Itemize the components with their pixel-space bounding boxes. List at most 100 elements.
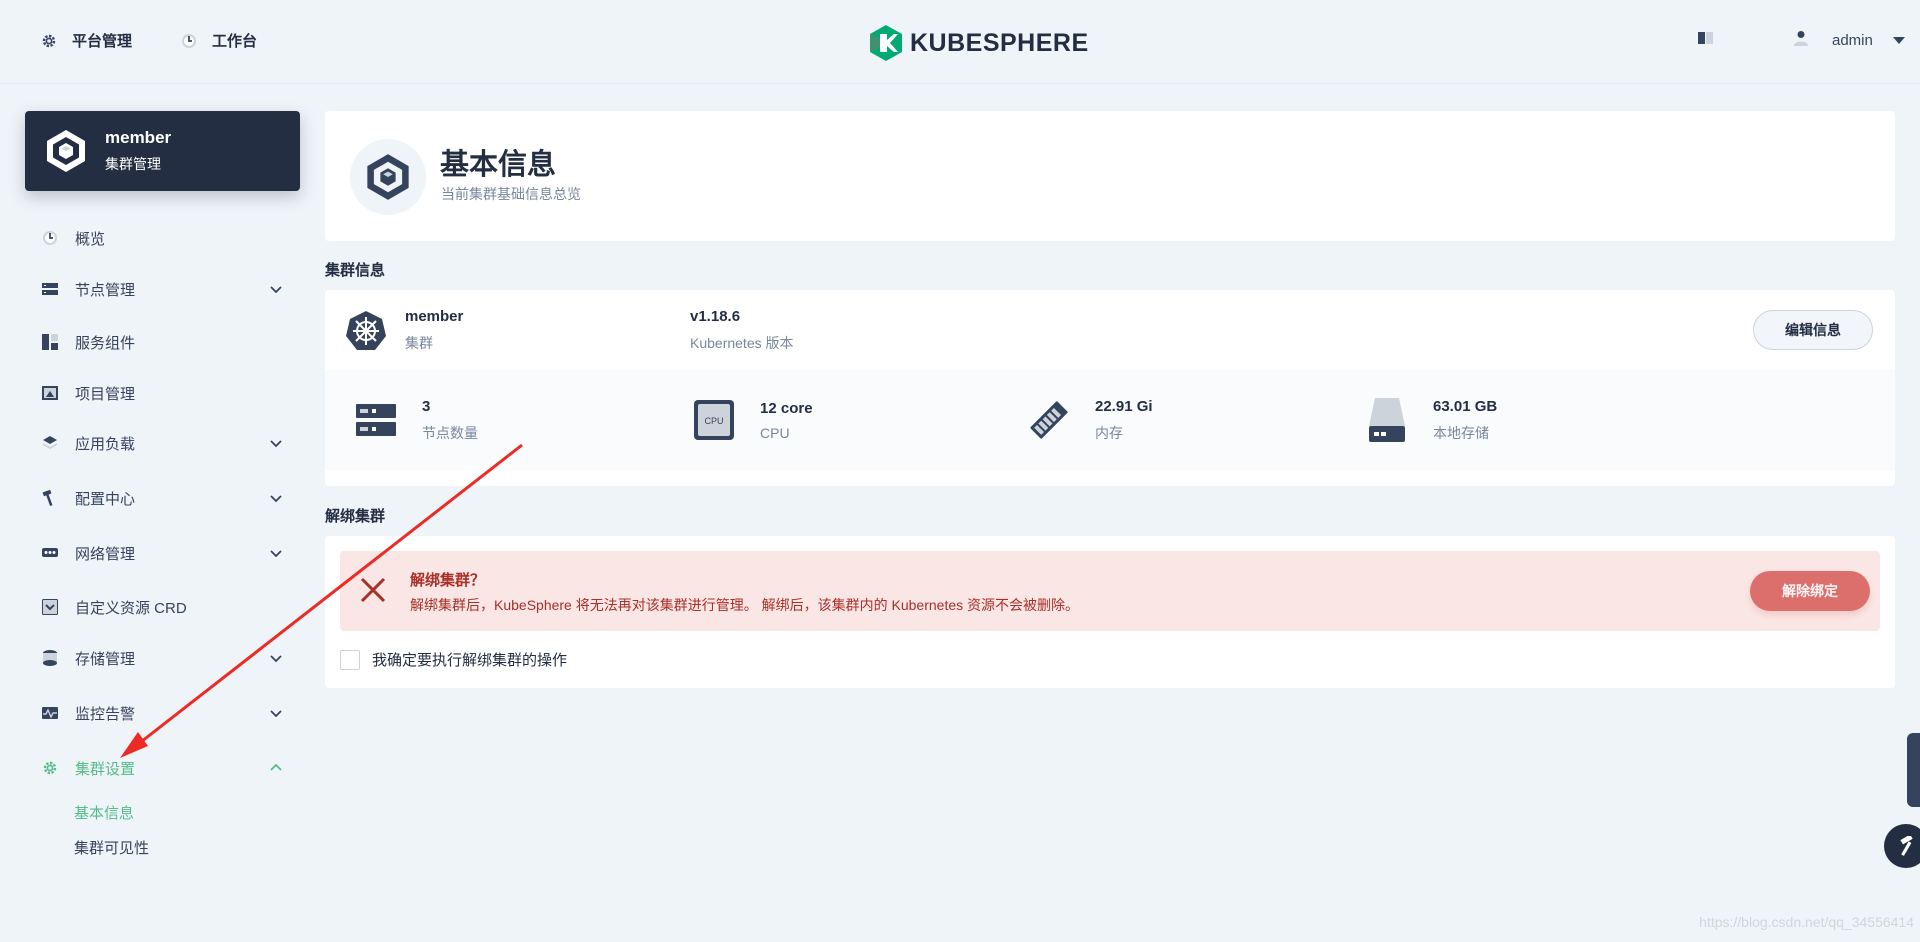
cluster-subtitle: 集群管理 xyxy=(105,156,161,172)
user-avatar-icon xyxy=(1794,30,1808,51)
chevron-down-icon xyxy=(270,495,282,503)
page-title: 基本信息 xyxy=(440,149,557,181)
sidebar-item-workloads[interactable]: 应用负载 xyxy=(40,428,285,458)
sidebar-item-nodes[interactable]: 节点管理 xyxy=(40,274,285,304)
side-panel-handle[interactable] xyxy=(1907,733,1920,807)
sidebar-item-network[interactable]: 网络管理 xyxy=(40,538,285,568)
docs-icon[interactable] xyxy=(1698,31,1714,50)
memory-icon xyxy=(1025,396,1073,444)
watermark: https://blog.csdn.net/qq_34556414 xyxy=(1699,914,1914,930)
sidebar-item-label: 存储管理 xyxy=(75,650,136,668)
platform-management-label: 平台管理 xyxy=(72,33,133,50)
close-icon xyxy=(360,577,386,603)
chevron-down-icon xyxy=(270,286,282,294)
stat-value: 12 core xyxy=(760,399,813,417)
components-icon xyxy=(40,332,60,352)
logo-text: KUBESPHERE xyxy=(910,28,1089,57)
dashboard-icon xyxy=(180,32,198,50)
stat-label: 内存 xyxy=(1095,424,1123,441)
sidebar-item-cluster-settings[interactable]: 集群设置 xyxy=(40,753,285,783)
chevron-down-icon xyxy=(270,550,282,558)
stat-memory: 22.91 Gi 内存 xyxy=(1025,370,1153,470)
unbind-cluster-card: 解绑集群？ 解绑集群后，KubeSphere 将无法再对该集群进行管理。 解绑后… xyxy=(325,536,1895,688)
kubesphere-logo-icon xyxy=(870,25,902,61)
layers-icon xyxy=(40,433,60,453)
page-header-card: 基本信息 当前集群基础信息总览 xyxy=(325,111,1895,241)
stat-label: CPU xyxy=(760,424,790,441)
cluster-name-value: member xyxy=(405,308,464,325)
kubernetes-version-value: v1.18.6 xyxy=(690,308,741,325)
sidebar-item-label: 节点管理 xyxy=(75,281,136,299)
caret-down-icon[interactable] xyxy=(1892,32,1905,50)
alert-title: 解绑集群？ xyxy=(410,572,486,589)
sidebar-item-crd[interactable]: 自定义资源 CRD xyxy=(40,592,285,622)
chevron-down-icon xyxy=(270,710,282,718)
disk-icon xyxy=(1363,396,1411,444)
sidebar-item-label: 集群设置 xyxy=(75,760,136,778)
cluster-info-heading: 集群信息 xyxy=(325,262,386,279)
unbind-warning-alert: 解绑集群？ 解绑集群后，KubeSphere 将无法再对该集群进行管理。 解绑后… xyxy=(340,551,1880,631)
chevron-down-icon xyxy=(270,655,282,663)
cluster-card[interactable]: member 集群管理 xyxy=(25,111,300,191)
svg-text:CPU: CPU xyxy=(704,416,723,426)
cluster-stats: 3 节点数量 CPU 12 core CPU 22.91 Gi 内存 63.01… xyxy=(325,370,1895,470)
confirm-unbind-row: 我确定要执行解绑集群的操作 xyxy=(340,649,567,670)
kubernetes-icon xyxy=(346,311,386,350)
stat-value: 3 xyxy=(422,397,431,415)
cluster-icon xyxy=(47,130,85,172)
sidebar-item-label: 配置中心 xyxy=(75,490,136,508)
sidebar-item-config[interactable]: 配置中心 xyxy=(40,483,285,513)
sidebar-item-projects[interactable]: 项目管理 xyxy=(40,378,285,408)
chevron-down-icon xyxy=(270,440,282,448)
alert-description: 解绑集群后，KubeSphere 将无法再对该集群进行管理。 解绑后，该集群内的… xyxy=(410,597,1080,613)
dashboard-icon xyxy=(40,228,60,248)
cluster-icon xyxy=(350,139,426,215)
gear-icon xyxy=(40,758,60,778)
platform-management-button[interactable]: 平台管理 xyxy=(40,30,132,51)
sidebar-item-label: 概览 xyxy=(75,230,106,248)
sidebar-item-label: 项目管理 xyxy=(75,385,136,403)
sidebar-subitem-basic-info[interactable]: 基本信息 xyxy=(74,802,134,823)
nodes-icon xyxy=(40,279,60,299)
page-subtitle: 当前集群基础信息总览 xyxy=(441,186,581,202)
sidebar-item-label: 自定义资源 CRD xyxy=(75,599,187,617)
network-icon xyxy=(40,543,60,563)
stat-label: 本地存储 xyxy=(1433,424,1489,441)
hammer-icon xyxy=(1900,836,1913,856)
stat-disk: 63.01 GB 本地存储 xyxy=(1363,370,1497,470)
sidebar-item-components[interactable]: 服务组件 xyxy=(40,327,285,357)
cluster-info-card: member 集群 v1.18.6 Kubernetes 版本 编辑信息 3 节… xyxy=(325,290,1895,486)
stat-label: 节点数量 xyxy=(422,424,478,441)
server-icon xyxy=(352,396,400,444)
stat-nodes: 3 节点数量 xyxy=(352,370,478,470)
monitor-icon xyxy=(40,703,60,723)
sidebar-item-storage[interactable]: 存储管理 xyxy=(40,643,285,673)
sidebar-subitem-cluster-visibility[interactable]: 集群可见性 xyxy=(74,837,149,858)
cluster-name: member xyxy=(105,128,172,147)
chevron-up-icon xyxy=(270,763,282,771)
crd-icon xyxy=(40,597,60,617)
confirm-unbind-label: 我确定要执行解绑集群的操作 xyxy=(372,652,568,669)
sidebar-item-label: 监控告警 xyxy=(75,705,136,723)
kubesphere-logo[interactable]: KUBESPHERE xyxy=(870,25,1089,61)
sidebar-item-label: 服务组件 xyxy=(75,334,136,352)
workbench-button[interactable]: 工作台 xyxy=(180,30,257,51)
unbind-button[interactable]: 解除绑定 xyxy=(1750,571,1870,611)
stat-cpu: CPU 12 core CPU xyxy=(690,370,813,470)
storage-icon xyxy=(40,648,60,668)
confirm-unbind-checkbox[interactable] xyxy=(340,649,360,670)
sidebar-item-monitoring[interactable]: 监控告警 xyxy=(40,698,285,728)
stat-value: 63.01 GB xyxy=(1433,397,1498,415)
top-navbar: 平台管理 工作台 KUBESPHERE admin xyxy=(0,0,1920,84)
cluster-name-label: 集群 xyxy=(405,335,433,351)
username[interactable]: admin xyxy=(1832,32,1873,49)
sidebar-item-overview[interactable]: 概览 xyxy=(40,223,285,253)
project-icon xyxy=(40,383,60,403)
gear-icon xyxy=(40,32,58,50)
unbind-cluster-heading: 解绑集群 xyxy=(325,508,386,525)
toolbox-button[interactable] xyxy=(1884,824,1920,868)
stat-value: 22.91 Gi xyxy=(1095,397,1153,415)
workbench-label: 工作台 xyxy=(212,33,258,50)
header-right-controls: admin xyxy=(1698,30,1905,51)
edit-info-button[interactable]: 编辑信息 xyxy=(1753,310,1873,350)
